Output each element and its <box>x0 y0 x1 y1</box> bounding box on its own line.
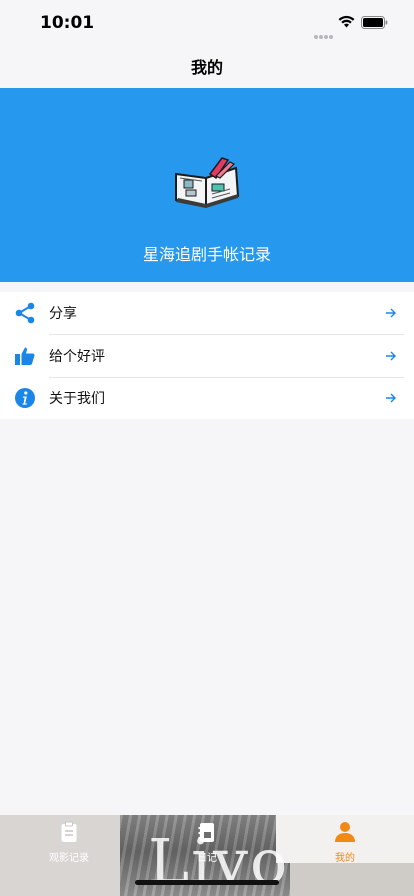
tab-diary[interactable]: 日记 <box>138 815 276 865</box>
about-label: 关于我们 <box>49 391 105 407</box>
share-row[interactable]: 分享 <box>0 292 414 334</box>
person-icon <box>335 822 355 842</box>
page-title: 我的 <box>190 58 223 77</box>
clipboard-icon <box>61 821 77 842</box>
arrow-right-icon <box>386 308 396 318</box>
signal-icon <box>314 24 334 43</box>
status-bar: 10:01 <box>0 0 414 48</box>
thumbs-up-icon <box>15 347 35 365</box>
settings-list: 分享 给个好评 关于我们 <box>0 292 414 419</box>
battery-icon <box>361 16 388 29</box>
profile-banner: 星海追剧手帐记录 <box>0 88 414 282</box>
tab-mine[interactable]: 我的 <box>276 815 414 865</box>
rate-row[interactable]: 给个好评 <box>0 335 414 377</box>
about-row[interactable]: 关于我们 <box>0 377 414 419</box>
tab-watch-record[interactable]: 观影记录 <box>0 815 138 865</box>
open-book-icon <box>175 157 240 208</box>
tab-label: 观影记录 <box>49 853 89 864</box>
notebook-icon <box>198 823 214 842</box>
tab-label: 我的 <box>335 853 355 864</box>
wifi-icon <box>338 15 355 28</box>
rate-label: 给个好评 <box>49 349 105 365</box>
status-time: 10:01 <box>40 13 95 33</box>
app-title: 星海追剧手帐记录 <box>142 245 271 264</box>
info-icon <box>15 388 35 408</box>
share-icon <box>15 302 35 324</box>
home-indicator <box>135 880 279 885</box>
tab-label: 日记 <box>197 853 217 864</box>
share-label: 分享 <box>49 306 77 322</box>
nav-bar: 我的 <box>0 48 414 88</box>
arrow-right-icon <box>386 351 396 361</box>
tab-bar-background-panel-lower <box>290 863 414 896</box>
arrow-right-icon <box>386 393 396 403</box>
